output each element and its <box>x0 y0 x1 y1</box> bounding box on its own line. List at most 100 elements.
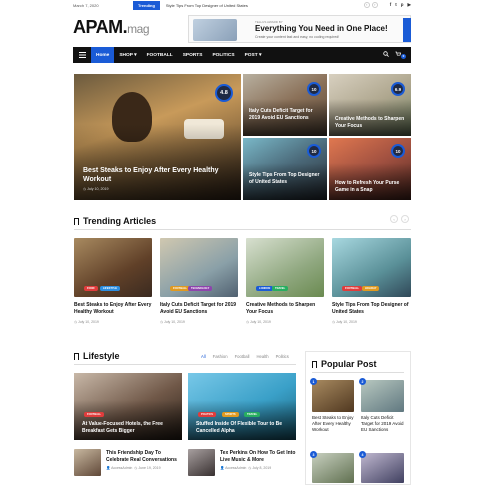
trending-next-button[interactable]: › <box>371 2 378 8</box>
popular-item-1-rank: 1 <box>310 378 317 385</box>
top-bar: March 7, 2020 Trending Style Tips From T… <box>73 0 411 10</box>
popular-title-text: Popular Post <box>321 359 377 369</box>
popular-item-4-rank: 4 <box>359 451 366 458</box>
filter-tab-politics[interactable]: Politics <box>276 354 289 359</box>
lifestyle-section-title: Lifestyle <box>74 351 120 361</box>
lifestyle-big-card-1-title[interactable]: At Value-Focused Hotels, the Free Breakf… <box>82 421 182 434</box>
trending-card-4-tag-1[interactable]: FOOTBALL <box>342 286 363 291</box>
trending-controls: ‹ › <box>390 215 409 223</box>
lifestyle-big-card-2-tag-1[interactable]: POLITICS <box>198 412 216 417</box>
lifestyle-small-card-2-meta: 👤 AccessAdmin ◷ July 8, 2019 <box>220 466 272 470</box>
nav-item-sports[interactable]: SPORTS <box>178 47 208 63</box>
hero-tile-1-title[interactable]: Italy Cuts Deficit Target for 2019 Avoid… <box>249 108 323 121</box>
lifestyle-small-card-1-meta: 👤 AccessAdmin ◷ June 19, 2019 <box>106 466 161 470</box>
hamburger-menu-icon[interactable] <box>73 47 91 63</box>
site-logo[interactable]: APAM.mag <box>73 17 150 38</box>
trending-card-3-tag-1[interactable]: LONDON <box>256 286 274 291</box>
trending-card-3-tag-2[interactable]: TRAVEL <box>272 286 289 291</box>
trending-prev-button[interactable]: ‹ <box>363 2 370 8</box>
trending-card-1-date: ◷ July 10, 2019 <box>74 320 99 324</box>
trending-headline[interactable]: Style Tips From Top Designer of United S… <box>166 3 364 8</box>
trending-card-2-date: ◷ July 10, 2019 <box>160 320 185 324</box>
bookmark-icon <box>74 217 79 225</box>
lifestyle-big-card-2-tag-2[interactable]: SPORTS <box>222 412 239 417</box>
popular-item-3-rank: 3 <box>310 451 317 458</box>
lifestyle-small-card-1-title[interactable]: This Friendship Day To Celebrate Real Co… <box>106 450 184 464</box>
trending-card-3-image[interactable]: LONDON TRAVEL <box>246 238 324 297</box>
popular-item-1-image[interactable] <box>312 380 354 412</box>
hero-score-badge: 4.8 <box>215 84 233 102</box>
nav-item-post[interactable]: POST ▾ <box>240 47 267 63</box>
hero-main-title[interactable]: Best Steaks to Enjoy After Every Healthy… <box>83 166 233 184</box>
hero-tile-2-title[interactable]: Creative Methods to Sharpen Your Focus <box>335 116 409 129</box>
lifestyle-small-card-2-image[interactable] <box>188 449 215 476</box>
ad-banner[interactable]: TELLUS AWARD BY Everything You Need in O… <box>188 15 411 43</box>
hero-main-date: July 10, 2019 <box>87 187 109 191</box>
nav-item-football[interactable]: FOOTBALL <box>142 47 178 63</box>
bookmark-icon <box>312 360 317 368</box>
trending-card-1-title[interactable]: Best Steaks to Enjoy After Every Healthy… <box>74 302 154 316</box>
filter-tab-health[interactable]: Health <box>256 354 268 359</box>
nav-item-home[interactable]: Home <box>91 47 115 63</box>
trending-card-3-title[interactable]: Creative Methods to Sharpen Your Focus <box>246 302 326 316</box>
filter-tab-football[interactable]: Football <box>235 354 250 359</box>
filter-tab-all[interactable]: All <box>201 354 206 359</box>
logo-text: APAM. <box>73 17 128 37</box>
filter-tab-fashion[interactable]: Fashion <box>213 354 228 359</box>
popular-item-3-image[interactable] <box>312 453 354 483</box>
cart-icon[interactable]: 0 <box>395 51 406 59</box>
trending-card-2-tag-2[interactable]: TECHNOLOGY <box>188 286 213 291</box>
popular-item-4-image[interactable] <box>361 453 404 483</box>
lifestyle-big-card-2-tag-3[interactable]: TRAVEL <box>244 412 261 417</box>
hero-tile-3-score: 10 <box>307 144 321 158</box>
trending-card-1-tag-2[interactable]: LIFESTYLE <box>100 286 120 291</box>
popular-item-2-title[interactable]: Italy Cuts Deficit Target for 2019 Avoid… <box>361 415 407 433</box>
hero-tile-2[interactable]: 6.9 Creative Methods to Sharpen Your Foc… <box>329 74 411 136</box>
trending-card-4-title[interactable]: Style Tips From Top Designer of United S… <box>332 302 412 316</box>
trending-card-3-date: ◷ July 10, 2019 <box>246 320 271 324</box>
trending-card-4-tag-2[interactable]: HOLIDAY <box>362 286 380 291</box>
hero-tile-1-score: 10 <box>307 82 321 96</box>
search-icon[interactable] <box>383 51 389 59</box>
nav-item-politics[interactable]: POLITICS <box>207 47 239 63</box>
lifestyle-big-card-1-tag[interactable]: FOOTBALL <box>84 412 105 417</box>
trending-badge: Trending <box>133 0 160 10</box>
cart-count-badge: 0 <box>401 53 406 59</box>
hero-main-meta: ◷ July 10, 2019 <box>83 187 109 191</box>
hero-tile-4-title[interactable]: How to Refresh Your Purse Game in a Snap <box>335 180 409 193</box>
lifestyle-big-card-2[interactable]: POLITICS SPORTS TRAVEL Stuffed Inside Of… <box>188 373 296 440</box>
trending-card-1-tag-1[interactable]: FOOD <box>84 286 98 291</box>
hero-tile-1[interactable]: 10 Italy Cuts Deficit Target for 2019 Av… <box>243 74 327 136</box>
trending-card-1-image[interactable]: FOOD LIFESTYLE <box>74 238 152 297</box>
lifestyle-title-text: Lifestyle <box>83 351 120 361</box>
ad-subtext: Create your content fast and easy, no co… <box>255 35 340 39</box>
hero-tile-3[interactable]: 10 Style Tips From Top Designer of Unite… <box>243 138 327 200</box>
lifestyle-small-card-1-image[interactable] <box>74 449 101 476</box>
trending-card-2-title[interactable]: Italy Cuts Deficit Target for 2019 Avoid… <box>160 302 240 316</box>
ad-laptop-image <box>193 19 237 41</box>
youtube-icon[interactable]: ▶ <box>408 2 411 8</box>
hero-tile-4[interactable]: 10 How to Refresh Your Purse Game in a S… <box>329 138 411 200</box>
popular-item-2-rank: 2 <box>359 378 366 385</box>
pinterest-icon[interactable]: p <box>401 2 404 8</box>
ad-cta-button[interactable] <box>403 18 411 42</box>
trending-card-4-date: ◷ July 10, 2019 <box>332 320 357 324</box>
trending-divider <box>74 229 411 230</box>
hero-tile-3-title[interactable]: Style Tips From Top Designer of United S… <box>249 172 323 185</box>
trending-section-next-button[interactable]: › <box>401 215 409 223</box>
nav-item-shop[interactable]: SHOP ▾ <box>114 47 141 63</box>
twitter-icon[interactable]: t <box>395 2 397 8</box>
logo-suffix: mag <box>127 22 150 36</box>
hero-main-article[interactable]: 4.8 Best Steaks to Enjoy After Every Hea… <box>74 74 241 200</box>
lifestyle-big-card-2-title[interactable]: Stuffed Inside Of Flexible Tour to Be Ca… <box>196 421 296 434</box>
current-date: March 7, 2020 <box>73 2 99 8</box>
lifestyle-big-card-1[interactable]: FOOTBALL At Value-Focused Hotels, the Fr… <box>74 373 182 440</box>
lifestyle-filter-tabs: All Fashion Football Health Politics <box>201 354 289 359</box>
lifestyle-small-card-2-title[interactable]: Tex Perkins On How To Get Into Live Musi… <box>220 450 298 464</box>
popular-item-1-title[interactable]: Best Steaks to Enjoy After Every Healthy… <box>312 415 358 433</box>
facebook-icon[interactable]: f <box>390 2 392 8</box>
trending-section-prev-button[interactable]: ‹ <box>390 215 398 223</box>
trending-card-2-image[interactable]: FOOTBALL TECHNOLOGY <box>160 238 238 297</box>
popular-item-2-image[interactable] <box>361 380 404 412</box>
trending-card-4-image[interactable]: FOOTBALL HOLIDAY <box>332 238 411 297</box>
